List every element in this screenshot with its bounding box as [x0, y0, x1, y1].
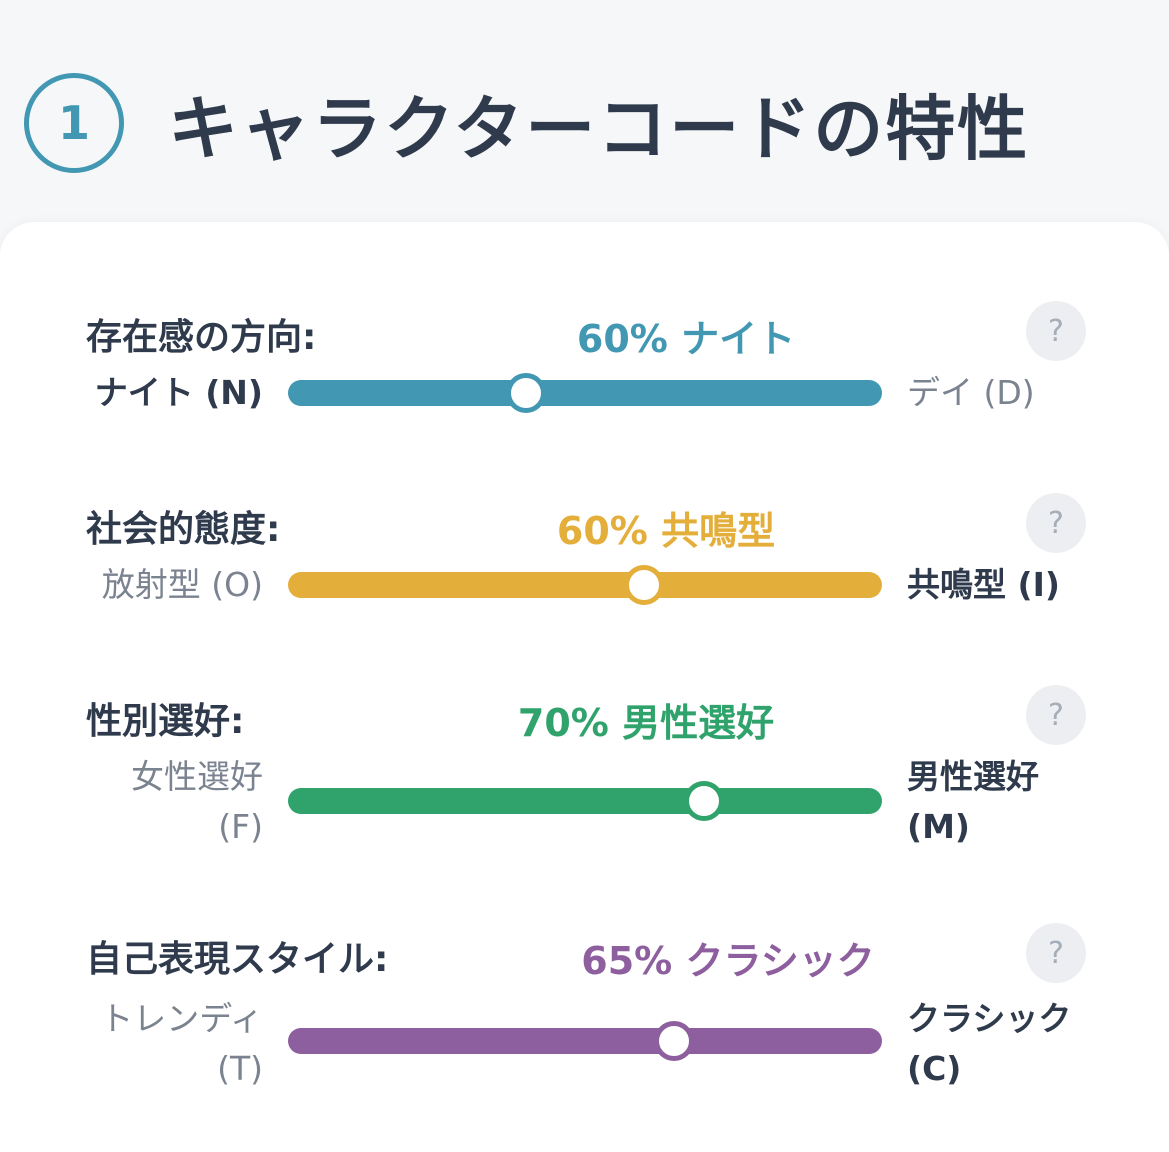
right-pole-line: クラシック — [907, 999, 1072, 1038]
trait-slider[interactable] — [288, 1021, 882, 1061]
left-pole-label: ナイト (N) — [95, 368, 263, 418]
trait-label: 自己表現スタイル: — [86, 939, 389, 980]
section-header: 1 キャラクターコードの特性 — [24, 68, 1029, 178]
trait-result: 60% 共鳴型 — [556, 509, 776, 553]
traits-card: 存在感の方向: 60% ナイト ? ナイト (N) デイ (D) 社会的態度: … — [0, 222, 1169, 1152]
trait-result: 60% ナイト — [576, 317, 796, 361]
right-pole-label: デイ (D) — [907, 368, 1035, 418]
slider-thumb[interactable] — [624, 565, 665, 605]
right-pole-line: 共鳴型 (I) — [907, 565, 1060, 604]
trait-slider[interactable] — [288, 373, 882, 413]
trait-presence-direction: 存在感の方向: 60% ナイト ? ナイト (N) デイ (D) — [0, 301, 1169, 478]
right-pole-line: デイ (D) — [907, 373, 1035, 412]
trait-label: 性別選好: — [86, 701, 245, 742]
question-mark-icon: ? — [1048, 313, 1064, 349]
left-pole-line: 放射型 (O) — [101, 565, 263, 604]
slider-thumb[interactable] — [683, 781, 724, 821]
left-pole-line: トレンディ — [100, 999, 263, 1038]
left-pole-line: (T) — [217, 1049, 263, 1088]
help-button[interactable]: ? — [1026, 685, 1086, 745]
left-pole-line: 女性選好 — [131, 757, 263, 796]
right-pole-label: 男性選好 (M) — [907, 752, 1039, 852]
trait-result: 70% 男性選好 — [517, 701, 775, 745]
help-button[interactable]: ? — [1026, 493, 1086, 553]
trait-result: 65% クラシック — [581, 939, 875, 983]
trait-self-expression-style: 自己表現スタイル: 65% クラシック ? トレンディ (T) クラシック (C… — [0, 923, 1169, 1100]
left-pole-line: ナイト (N) — [94, 373, 263, 412]
trait-label: 存在感の方向: — [86, 317, 317, 358]
right-pole-line: (M) — [907, 807, 971, 846]
step-number-badge: 1 — [24, 73, 124, 173]
question-mark-icon: ? — [1048, 697, 1064, 733]
left-pole-label: 女性選好 (F) — [131, 752, 263, 852]
question-mark-icon: ? — [1048, 505, 1064, 541]
page-title: キャラクターコードの特性 — [168, 87, 1030, 170]
left-pole-label: トレンディ (T) — [100, 994, 263, 1094]
trait-gender-preference: 性別選好: 70% 男性選好 ? 女性選好 (F) 男性選好 (M) — [0, 685, 1169, 862]
right-pole-label: クラシック (C) — [907, 994, 1071, 1094]
left-pole-label: 放射型 (O) — [102, 560, 263, 610]
right-pole-label: 共鳴型 (I) — [907, 560, 1060, 610]
right-pole-line: 男性選好 — [907, 757, 1039, 796]
left-pole-line: (F) — [218, 807, 263, 846]
question-mark-icon: ? — [1048, 935, 1064, 971]
right-pole-line: (C) — [907, 1049, 962, 1088]
trait-social-attitude: 社会的態度: 60% 共鳴型 ? 放射型 (O) 共鳴型 (I) — [0, 493, 1169, 670]
help-button[interactable]: ? — [1026, 923, 1086, 983]
trait-label: 社会的態度: — [86, 509, 281, 550]
trait-slider[interactable] — [288, 565, 882, 605]
slider-thumb[interactable] — [505, 373, 546, 413]
trait-slider[interactable] — [288, 781, 882, 821]
slider-thumb[interactable] — [654, 1021, 695, 1061]
help-button[interactable]: ? — [1026, 301, 1086, 361]
